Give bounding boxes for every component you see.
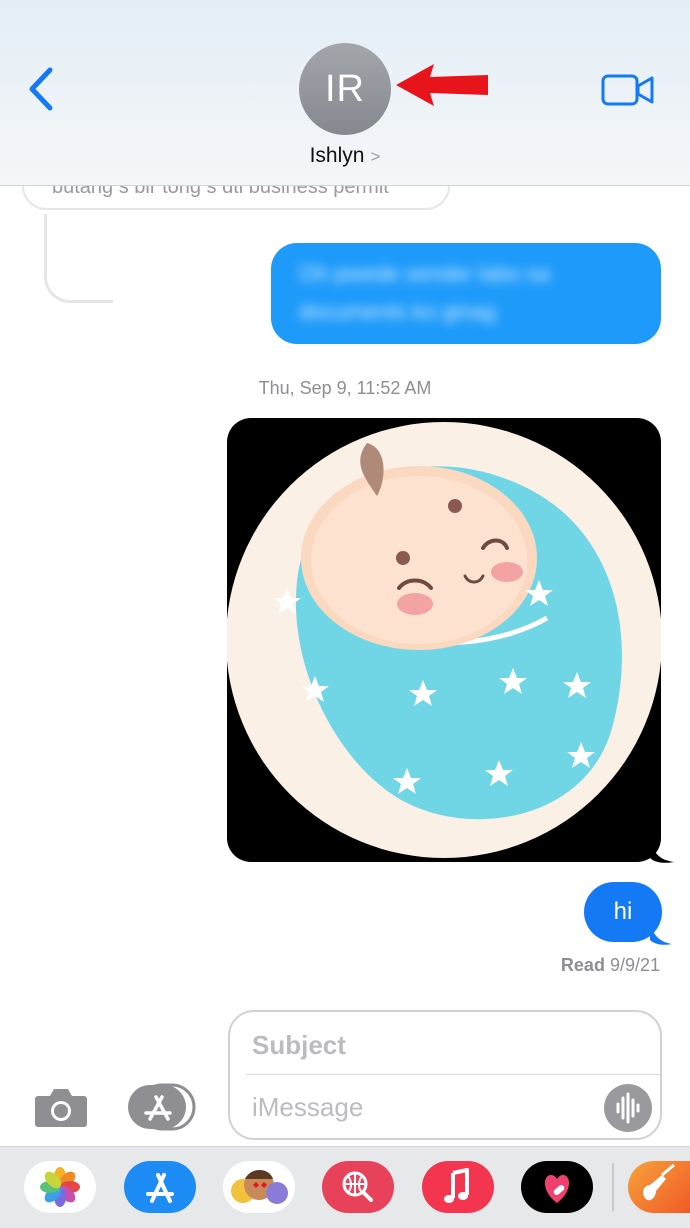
compose-divider bbox=[246, 1074, 660, 1075]
music-app-button[interactable] bbox=[422, 1161, 494, 1213]
photos-icon bbox=[40, 1167, 80, 1207]
back-button[interactable] bbox=[22, 62, 62, 116]
digital-touch-app-button[interactable] bbox=[521, 1161, 593, 1213]
drawer-separator bbox=[612, 1163, 614, 1211]
bubble-tail-icon bbox=[650, 924, 672, 945]
contact-name[interactable]: Ishlyn > bbox=[0, 144, 690, 168]
message-input[interactable]: iMessage bbox=[252, 1092, 363, 1123]
compose-field[interactable]: Subject iMessage bbox=[228, 1010, 662, 1140]
app-store-icon bbox=[128, 1083, 196, 1131]
bubble-tail-icon bbox=[650, 840, 674, 863]
photos-app-button[interactable] bbox=[24, 1161, 96, 1213]
message-text: hi bbox=[613, 898, 633, 925]
read-date: 9/9/21 bbox=[609, 955, 660, 975]
heart-icon bbox=[544, 1175, 570, 1203]
sleeping-baby-image bbox=[227, 422, 661, 858]
music-note-icon bbox=[444, 1168, 469, 1203]
audio-message-button[interactable] bbox=[604, 1084, 652, 1132]
camera-button[interactable] bbox=[34, 1086, 88, 1128]
globe-search-icon bbox=[342, 1171, 373, 1202]
camera-icon bbox=[35, 1089, 87, 1127]
guitar-icon bbox=[643, 1163, 675, 1201]
conversation-header: IR Ishlyn > bbox=[0, 0, 690, 186]
waveform-icon bbox=[616, 1092, 640, 1124]
avatar-initials: IR bbox=[325, 67, 365, 110]
message-timestamp: Thu, Sep 9, 11:52 AM bbox=[258, 378, 432, 398]
blurred-message-line: documents ko ginag bbox=[299, 299, 496, 324]
chevron-left-icon bbox=[29, 67, 53, 111]
memoji-app-button[interactable] bbox=[223, 1161, 295, 1213]
app-store-button[interactable] bbox=[128, 1083, 196, 1131]
reply-thread-line bbox=[44, 214, 113, 303]
annotation-arrow-icon bbox=[396, 64, 488, 106]
video-camera-icon bbox=[601, 74, 654, 106]
sent-message-bubble[interactable]: Oh pwede sender labo sa documents ko gin… bbox=[271, 243, 661, 344]
image-message[interactable] bbox=[227, 418, 661, 862]
web-search-app-button[interactable] bbox=[322, 1161, 394, 1213]
avatar[interactable]: IR bbox=[299, 43, 391, 135]
app-drawer bbox=[0, 1146, 690, 1228]
blurred-message-line: Oh pwede sender labo sa bbox=[299, 261, 550, 286]
read-label: Read bbox=[560, 955, 605, 975]
app-store-app-button[interactable] bbox=[124, 1161, 196, 1213]
facetime-video-button[interactable] bbox=[600, 72, 656, 108]
garageband-app-button[interactable] bbox=[628, 1161, 690, 1213]
app-store-icon bbox=[146, 1173, 174, 1203]
memoji-icon bbox=[231, 1170, 288, 1204]
subject-input[interactable]: Subject bbox=[252, 1030, 346, 1061]
read-receipt: Read 9/9/21 bbox=[561, 955, 660, 976]
contact-name-label: Ishlyn bbox=[309, 144, 365, 167]
chevron-right-icon: > bbox=[370, 147, 381, 166]
